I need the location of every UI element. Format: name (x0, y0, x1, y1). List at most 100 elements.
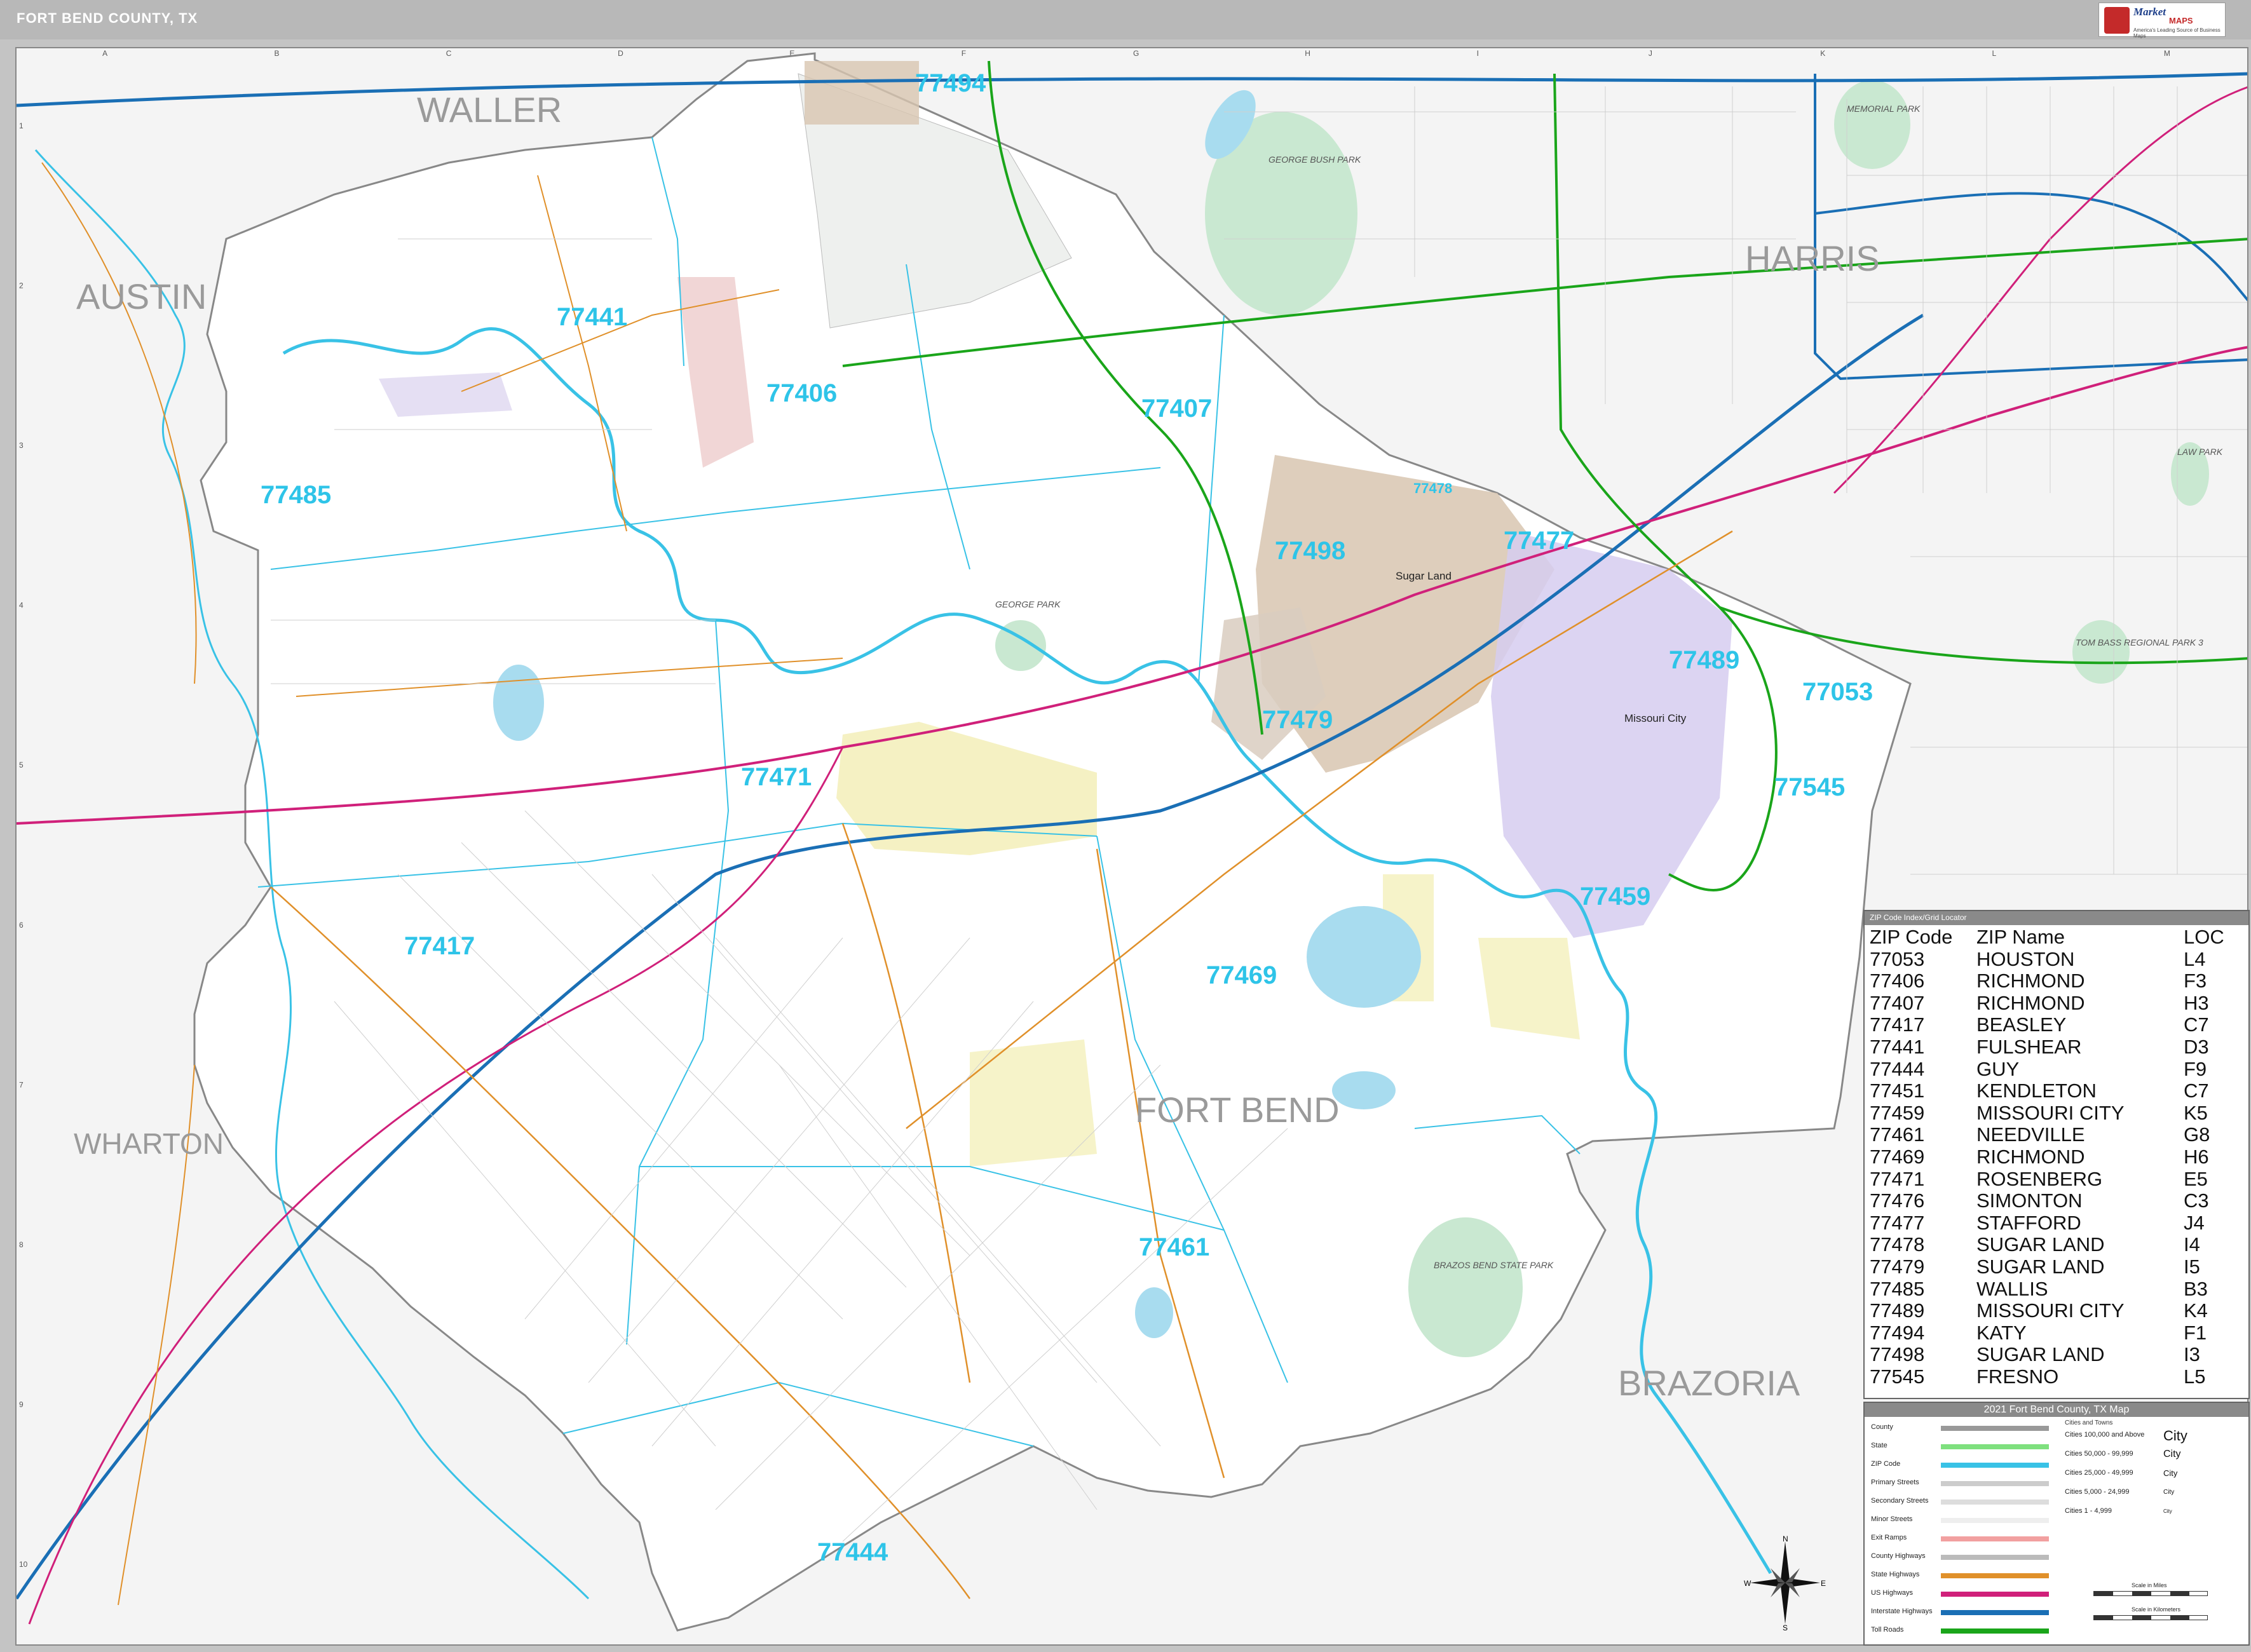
zip-code-cell: 77494 (1870, 1321, 1925, 1344)
compass-n: N (1783, 1535, 1788, 1543)
grid-row-number: 8 (19, 1240, 24, 1249)
legend-item-label: County (1871, 1423, 1893, 1431)
grid-loc-cell: F3 (2184, 970, 2207, 992)
grid-loc-cell: C7 (2184, 1013, 2209, 1036)
grid-loc-cell: F9 (2184, 1057, 2207, 1080)
zip-code-cell: 77498 (1870, 1343, 1925, 1366)
grid-loc-cell: F1 (2184, 1321, 2207, 1344)
grid-column-letter: J (1649, 49, 1652, 58)
zip-index-row: 77444 GUY F9 (1865, 1057, 2248, 1081)
zip-label: 77545 (1774, 773, 1845, 801)
zip-label: 77469 (1206, 961, 1277, 989)
city-size-symbol: City (2163, 1427, 2187, 1444)
column-header: ZIP Code (1870, 926, 1953, 948)
city-size-label: Cities 50,000 - 99,999 (2065, 1450, 2133, 1458)
zip-code-cell: 77545 (1870, 1365, 1925, 1388)
zip-index-row: 77478 SUGAR LAND I4 (1865, 1234, 2248, 1256)
zip-code-cell: 77479 (1870, 1255, 1925, 1278)
zip-label: 77417 (404, 932, 475, 960)
city-size-symbol: City (2163, 1448, 2181, 1459)
zip-index-row: 77479 SUGAR LAND I5 (1865, 1256, 2248, 1278)
grid-loc-cell: C7 (2184, 1080, 2209, 1102)
legend-item-label: State (1871, 1442, 1887, 1449)
grid-loc-cell: J4 (2184, 1211, 2205, 1234)
zip-name-cell: RICHMOND (1976, 991, 2085, 1014)
zip-code-cell: 77407 (1870, 991, 1925, 1014)
brand-name: Market (2133, 6, 2166, 18)
state-hwy-west (41, 162, 197, 684)
legend-item-label: US Highways (1871, 1589, 1914, 1597)
city-size-label: Cities 1 - 4,999 (2065, 1507, 2112, 1515)
legend-item-swatch (1941, 1592, 2049, 1597)
zip-name-cell: RICHMOND (1976, 970, 2085, 992)
grid-loc-cell: D3 (2184, 1035, 2209, 1058)
legend-item-label: State Highways (1871, 1571, 1920, 1578)
zip-name-cell: SIMONTON (1976, 1189, 2083, 1212)
park-label: GEORGE PARK (995, 599, 1061, 609)
zip-index-row: 77494 KATY F1 (1865, 1322, 2248, 1344)
zip-index-row: 77476 SIMONTON C3 (1865, 1190, 2248, 1212)
legend-item-swatch (1941, 1555, 2049, 1560)
zip-name-cell: RICHMOND (1976, 1145, 2085, 1168)
zip-name-cell: HOUSTON (1976, 947, 2075, 970)
grid-row-number: 10 (19, 1560, 28, 1569)
legend-item-label: ZIP Code (1871, 1460, 1901, 1468)
zip-name-cell: FRESNO (1976, 1365, 2059, 1388)
county-label-brazoria: BRAZORIA (1618, 1363, 1800, 1403)
legend-item-label: Interstate Highways (1871, 1608, 1933, 1615)
zip-label: 77471 (741, 763, 812, 791)
grid-loc-cell: H6 (2184, 1145, 2209, 1168)
zip-index-row: 77451 KENDLETON C7 (1865, 1080, 2248, 1102)
grid-loc-cell: I3 (2184, 1343, 2200, 1366)
zip-name-cell: MISSOURI CITY (1976, 1101, 2125, 1124)
grid-loc-cell: C3 (2184, 1189, 2209, 1212)
zip-label: 77494 (915, 69, 986, 97)
zip-index-row: 77545 FRESNO L5 (1865, 1365, 2248, 1388)
zip-code-cell: 77417 (1870, 1013, 1925, 1036)
city-label-missouri-city: Missouri City (1624, 712, 1687, 724)
grid-letters: ABCDEFGHIJKLM (102, 49, 2170, 58)
zip-index-header: ZIP Code Index/Grid Locator (1865, 911, 2248, 925)
column-header: LOC (2184, 926, 2224, 948)
zip-name-cell: NEEDVILLE (1976, 1123, 2085, 1146)
county-label-austin: AUSTIN (76, 276, 207, 316)
grid-loc-cell: L5 (2184, 1365, 2206, 1388)
legend-item-label: Exit Ramps (1871, 1534, 1907, 1541)
map-page: { "header": { "title": "FORT BEND COUNTY… (0, 0, 2251, 1652)
zip-label: 77478 (1413, 480, 1452, 496)
grid-column-letter: G (1133, 49, 1139, 58)
legend-item-swatch (1941, 1500, 2049, 1505)
scale-bar-miles (2093, 1591, 2208, 1596)
zip-index-row: 77469 RICHMOND H6 (1865, 1146, 2248, 1168)
zip-code-cell: 77459 (1870, 1101, 1925, 1124)
zip-name-cell: FULSHEAR (1976, 1035, 2082, 1058)
grid-column-letter: F (962, 49, 966, 58)
zip-code-index: ZIP Code Index/Grid Locator ZIP Code ZIP… (1863, 910, 2250, 1399)
grid-row-number: 9 (19, 1400, 24, 1409)
zip-index-row: 77489 MISSOURI CITY K4 (1865, 1299, 2248, 1322)
grid-column-letter: A (102, 49, 107, 58)
zip-code-cell: 77478 (1870, 1233, 1925, 1256)
zip-label: 77485 (261, 481, 331, 509)
zip-label: 77479 (1262, 706, 1333, 734)
zip-code-cell: 77444 (1870, 1057, 1925, 1080)
grid-numbers: 1 2 3 4 5 6 7 8 9 10 (19, 121, 28, 1569)
zip-code-cell: 77053 (1870, 947, 1925, 970)
county-label-waller: WALLER (417, 90, 562, 130)
title-bar: FORT BEND COUNTY, TX Market MAPS America… (0, 0, 2251, 39)
grid-loc-cell: I5 (2184, 1255, 2200, 1278)
zip-name-cell: WALLIS (1976, 1277, 2048, 1300)
legend-item-swatch (1941, 1573, 2049, 1578)
zip-index-row: 77417 BEASLEY C7 (1865, 1014, 2248, 1036)
interstate-ne (1814, 192, 2247, 302)
zip-index-row: 77485 WALLIS B3 (1865, 1278, 2248, 1301)
zip-index-table: ZIP Code ZIP Name LOC 77053 HOUSTON L4 7740… (1865, 926, 2248, 1388)
compass-s: S (1783, 1623, 1788, 1630)
legend-item-swatch (1941, 1628, 2049, 1634)
zip-code-cell: 77441 (1870, 1035, 1925, 1058)
zip-name-cell: KATY (1976, 1321, 2027, 1344)
zip-name-cell: STAFFORD (1976, 1211, 2081, 1234)
grid-loc-cell: K5 (2184, 1101, 2208, 1124)
grid-column-letter: D (618, 49, 623, 58)
city-size-label: Cities 100,000 and Above (2065, 1431, 2145, 1439)
